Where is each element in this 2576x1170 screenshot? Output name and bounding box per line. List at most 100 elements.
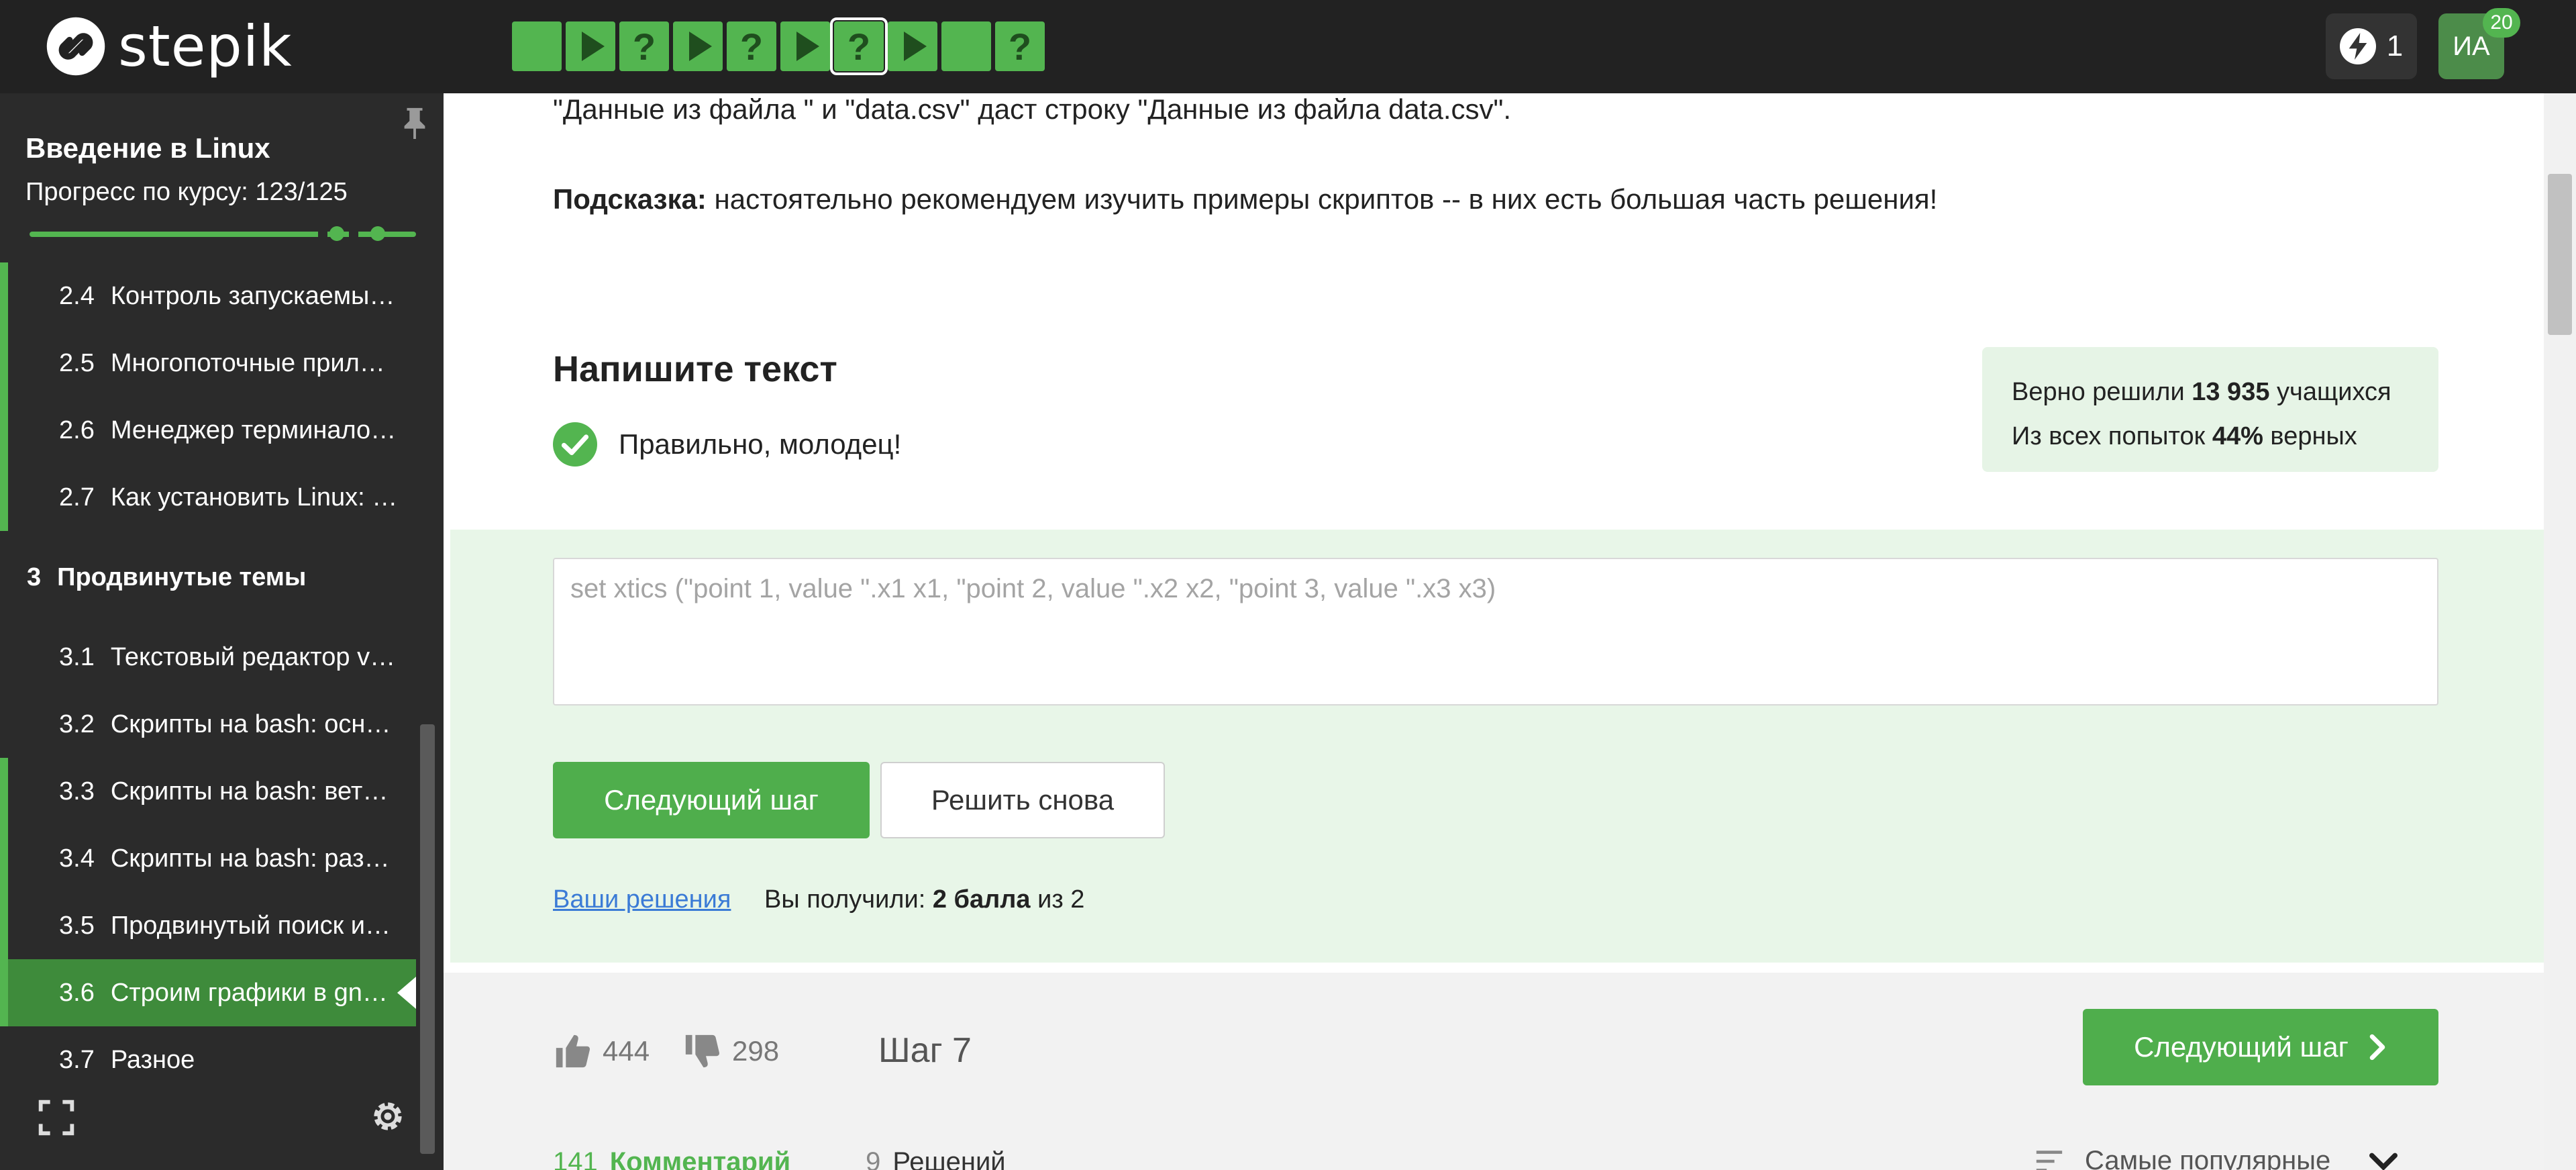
lesson-title: Менеджер терминало…: [110, 416, 397, 444]
stats-text: верных: [2263, 422, 2357, 450]
step-9-square[interactable]: [941, 21, 991, 71]
sidebar-item-3-4[interactable]: 3.4 Скрипты на bash: раз…: [0, 825, 416, 892]
sidebar-item-3-7[interactable]: 3.7 Разное: [0, 1026, 416, 1093]
hint-label: Подсказка:: [553, 183, 707, 215]
course-sidebar: Введение в Linux Прогресс по курсу: 123/…: [0, 93, 444, 1170]
course-title[interactable]: Введение в Linux: [25, 132, 270, 164]
next-step-footer-button[interactable]: Следующий шаг: [2083, 1009, 2438, 1085]
pin-icon[interactable]: [401, 105, 428, 139]
like-count: 444: [603, 1035, 650, 1067]
lesson-title: Строим графики в gn…: [110, 978, 388, 1007]
sidebar-item-3-3[interactable]: 3.3 Скрипты на bash: вет…: [0, 758, 416, 825]
lesson-title: Скрипты на bash: раз…: [110, 844, 390, 873]
step-number: Шаг 7: [878, 1031, 972, 1070]
step-7-question[interactable]: ?: [830, 17, 888, 75]
your-solutions-link[interactable]: Ваши решения: [553, 885, 731, 914]
logo-text: stepik: [118, 13, 293, 79]
sidebar-item-2-5[interactable]: 2.5 Многопоточные прил…: [0, 330, 416, 397]
sidebar-item-2-4[interactable]: 2.4 Контроль запускаемы…: [0, 262, 416, 330]
lesson-title: Скрипты на bash: вет…: [110, 777, 389, 806]
answer-textarea[interactable]: set xtics ("point 1, value ".x1 x1, "poi…: [553, 558, 2438, 705]
dislike-button[interactable]: 298: [682, 1032, 779, 1071]
lesson-number: 2.6: [59, 416, 95, 444]
top-bar: stepik ???? 1 ИА 20: [0, 0, 2576, 93]
hint-text: настоятельно рекомендуем изучить примеры…: [706, 183, 1938, 215]
discussion-tabs: 141 Комментарий 9 Решений: [553, 1147, 1006, 1170]
step-6-play[interactable]: [780, 21, 830, 71]
lightning-icon: [2339, 28, 2376, 64]
success-rate: 44%: [2212, 422, 2263, 450]
energy-counter[interactable]: 1: [2326, 13, 2417, 79]
sort-dropdown[interactable]: Самые популярные: [2034, 1146, 2419, 1170]
question-icon: ?: [1008, 25, 1032, 68]
dislike-count: 298: [732, 1035, 780, 1067]
like-button[interactable]: 444: [553, 1032, 650, 1071]
step-5-question[interactable]: ?: [727, 21, 776, 71]
lesson-title: Текстовый редактор v…: [110, 642, 396, 671]
checkmark-icon: [553, 422, 597, 467]
lesson-title: Продвинутый поиск и…: [110, 911, 391, 940]
question-icon: ?: [632, 25, 656, 68]
chevron-right-icon: [2369, 1034, 2385, 1061]
thumbs-up-icon: [556, 1034, 590, 1068]
progress-marker: [370, 226, 385, 241]
fullscreen-icon[interactable]: [38, 1099, 75, 1136]
sidebar-item-3[interactable]: 3 Продвинутые темы: [0, 531, 416, 624]
sidebar-item-3-5[interactable]: 3.5 Продвинутый поиск и…: [0, 892, 416, 959]
step-1-square[interactable]: [512, 21, 562, 71]
hint-line: Подсказка: настоятельно рекомендуем изуч…: [553, 183, 1937, 215]
sidebar-item-2-7[interactable]: 2.7 Как установить Linux: …: [0, 464, 416, 531]
task-description-line: "Данные из файла " и "data.csv" даст стр…: [553, 93, 1512, 125]
lesson-number: 2.4: [59, 281, 95, 310]
comments-count: 141: [553, 1147, 598, 1170]
stats-text: Из всех попыток: [2012, 422, 2212, 450]
gear-icon[interactable]: [368, 1096, 408, 1136]
score-prefix: Вы получили:: [764, 885, 933, 914]
solved-count: 13 935: [2192, 378, 2270, 406]
lesson-title: Продвинутые темы: [57, 563, 307, 591]
step-8-play[interactable]: [888, 21, 937, 71]
tab-comments[interactable]: Комментарий: [610, 1147, 790, 1170]
stepik-logo[interactable]: stepik: [44, 13, 293, 79]
sidebar-item-3-6[interactable]: 3.6 Строим графики в gn…: [0, 959, 416, 1026]
solutions-count: 9: [866, 1147, 881, 1170]
lesson-number: 3: [27, 563, 42, 591]
lesson-title: Разное: [110, 1045, 195, 1074]
solved-count-line: Верно решили 13 935 учащихся: [2012, 370, 2409, 414]
next-step-footer-label: Следующий шаг: [2134, 1031, 2349, 1063]
success-rate-line: Из всех попыток 44% верных: [2012, 414, 2409, 458]
step-4-play[interactable]: [673, 21, 723, 71]
stats-text: Верно решили: [2012, 378, 2192, 406]
page-scrollbar[interactable]: [2544, 93, 2576, 1170]
page-scrollbar-thumb[interactable]: [2548, 174, 2572, 335]
lesson-title: Как установить Linux: …: [110, 483, 398, 511]
thumbs-down-icon: [685, 1034, 720, 1068]
correct-message: Правильно, молодец!: [619, 428, 902, 460]
retry-button[interactable]: Решить снова: [880, 762, 1165, 838]
course-progress-label: Прогресс по курсу: 123/125: [25, 178, 348, 206]
sidebar-item-3-1[interactable]: 3.1 Текстовый редактор v…: [0, 624, 416, 691]
play-icon: [689, 32, 712, 61]
lesson-number: 3.1: [59, 642, 95, 671]
step-10-question[interactable]: ?: [995, 21, 1045, 71]
answer-panel: set xtics ("point 1, value ".x1 x1, "poi…: [450, 530, 2544, 963]
sidebar-item-3-2[interactable]: 3.2 Скрипты на bash: осн…: [0, 691, 416, 758]
step-content: "Данные из файла " и "data.csv" даст стр…: [444, 93, 2544, 1170]
sidebar-item-2-6[interactable]: 2.6 Менеджер терминало…: [0, 397, 416, 464]
sidebar-scrollbar[interactable]: [420, 724, 435, 1154]
progress-separator: [349, 232, 358, 237]
play-icon: [582, 32, 605, 61]
step-navigation: ????: [512, 17, 1049, 75]
lesson-number: 2.5: [59, 348, 95, 377]
next-step-button[interactable]: Следующий шаг: [553, 762, 870, 838]
lesson-number: 3.7: [59, 1045, 95, 1074]
progress-separator: [318, 232, 327, 237]
score-text: Вы получили: 2 балла из 2: [764, 885, 1084, 914]
step-3-question[interactable]: ?: [619, 21, 669, 71]
play-icon: [904, 32, 927, 61]
step-2-play[interactable]: [566, 21, 615, 71]
lesson-number: 3.4: [59, 844, 95, 873]
question-icon: ?: [847, 25, 871, 68]
tab-solutions[interactable]: Решений: [892, 1147, 1005, 1170]
lesson-number: 3.5: [59, 911, 95, 940]
